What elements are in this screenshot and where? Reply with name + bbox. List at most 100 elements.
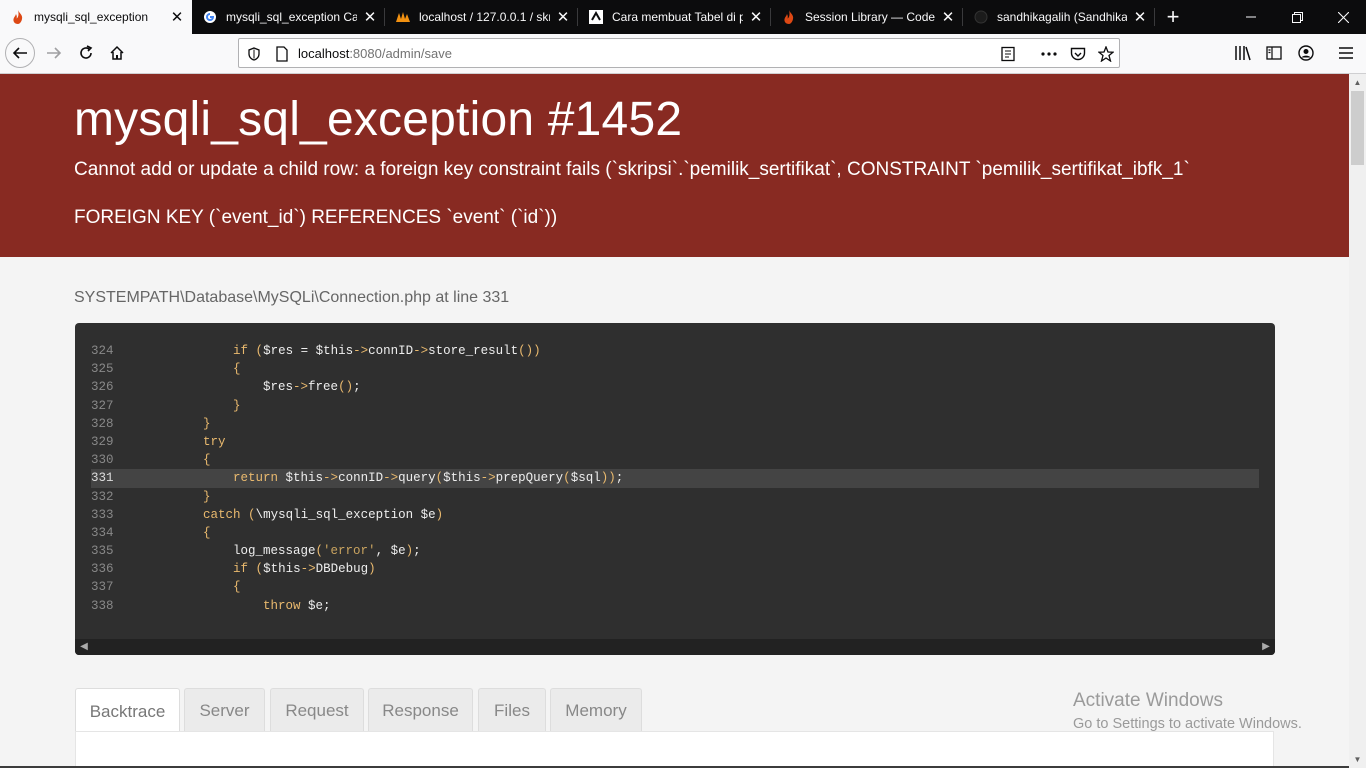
tab-title: sandhikagalih (Sandhika [997, 10, 1127, 24]
home-icon [110, 45, 124, 60]
tab-divider [577, 8, 578, 26]
minimize-icon[interactable] [1228, 0, 1274, 34]
restore-icon[interactable] [1274, 0, 1320, 34]
code-line: 338 throw $e; [91, 597, 1259, 615]
line-number: 325 [91, 362, 114, 377]
close-tab-icon[interactable]: ✕ [941, 8, 955, 26]
tab-divider [384, 8, 385, 26]
code-text: log_message('error', $e); [143, 544, 421, 559]
scroll-right-icon[interactable]: ▶ [1260, 641, 1272, 653]
code-text: } [203, 489, 211, 504]
account-icon[interactable] [1296, 43, 1316, 63]
tracking-shield-icon[interactable] [245, 45, 263, 63]
hamburger-menu-icon[interactable] [1336, 43, 1356, 63]
url-host: localhost [298, 46, 350, 61]
phpmyadmin-icon [395, 9, 411, 25]
page-actions-icon[interactable] [1040, 45, 1058, 63]
code-line: 329 try [91, 433, 1259, 451]
tab-request[interactable]: Request [270, 688, 364, 732]
code-line: 332 } [91, 488, 1259, 506]
tab-title: Cara membuat Tabel di p [612, 10, 743, 24]
tab-backtrace[interactable]: Backtrace [75, 688, 180, 734]
tab-codepolitan[interactable]: Cara membuat Tabel di p ✕ [578, 0, 771, 34]
tab-memory[interactable]: Memory [550, 688, 642, 732]
page-content: mysqli_sql_exception #1452 Cannot add or… [0, 74, 1349, 768]
sidebar-icon[interactable] [1264, 43, 1284, 63]
code-text: catch (\mysqli_sql_exception $e) [203, 507, 444, 522]
reload-button[interactable] [72, 39, 100, 67]
error-message-line-2: FOREIGN KEY (`event_id`) REFERENCES `eve… [74, 207, 558, 228]
code-text: { [203, 525, 211, 540]
bookmark-star-icon[interactable] [1097, 45, 1115, 63]
code-text: throw $e; [263, 598, 331, 613]
scroll-left-icon[interactable]: ◀ [78, 641, 90, 653]
back-button[interactable] [5, 38, 35, 68]
close-tab-icon[interactable]: ✕ [556, 8, 570, 26]
error-message-line-1: Cannot add or update a child row: a fore… [74, 159, 1190, 180]
tab-divider [770, 8, 771, 26]
line-number: 333 [91, 507, 114, 522]
google-icon [202, 9, 218, 25]
tab-google-search[interactable]: mysqli_sql_exception Ca ✕ [192, 0, 385, 34]
line-number: 337 [91, 580, 114, 595]
browser-tab-strip: mysqli_sql_exception ✕ mysqli_sql_except… [0, 0, 1366, 34]
url-path: :8080/admin/save [349, 46, 452, 61]
code-line: 328 } [91, 415, 1259, 433]
home-button[interactable] [103, 39, 131, 67]
source-code-block: 324 if ($res = $this->connID->store_resu… [75, 323, 1275, 655]
code-line: 337 { [91, 578, 1259, 596]
close-window-icon[interactable] [1320, 0, 1366, 34]
close-tab-icon[interactable]: ✕ [170, 8, 184, 26]
close-tab-icon[interactable]: ✕ [749, 8, 763, 26]
code-line: 334 { [91, 524, 1259, 542]
scrollbar-thumb[interactable] [1351, 91, 1364, 165]
line-number: 329 [91, 434, 114, 449]
line-number: 336 [91, 562, 114, 577]
tab-title: mysqli_sql_exception [34, 10, 149, 24]
new-tab-button[interactable]: + [1160, 2, 1186, 32]
code-text: } [203, 416, 211, 431]
line-number: 328 [91, 416, 114, 431]
line-number: 331 [91, 471, 114, 486]
code-text: if ($res = $this->connID->store_result()… [233, 344, 541, 358]
line-number: 338 [91, 598, 114, 613]
reload-icon [80, 45, 93, 59]
library-icon[interactable] [1233, 43, 1253, 63]
tab-divider [962, 8, 963, 26]
address-bar[interactable]: localhost:8080/admin/save [238, 38, 1120, 68]
page-info-icon[interactable] [273, 45, 291, 63]
code-line: 327 } [91, 397, 1259, 415]
close-tab-icon[interactable]: ✕ [363, 8, 377, 26]
code-line: 333 catch (\mysqli_sql_exception $e) [91, 506, 1259, 524]
tab-mysqli-sql-exception[interactable]: mysqli_sql_exception ✕ [0, 0, 192, 34]
line-number: 334 [91, 525, 114, 540]
codepolitan-icon [588, 9, 604, 25]
flame-icon [10, 9, 26, 25]
close-tab-icon[interactable]: ✕ [1133, 8, 1147, 26]
code-text: { [233, 580, 241, 595]
code-text: return $this->connID->query($this->prepQ… [233, 471, 624, 486]
github-icon [973, 9, 989, 25]
watermark-subtitle: Go to Settings to activate Windows. [1073, 716, 1302, 732]
tab-response[interactable]: Response [368, 688, 473, 732]
tab-github[interactable]: sandhikagalih (Sandhika ✕ [963, 0, 1155, 34]
horizontal-scrollbar[interactable]: ◀ ▶ [75, 639, 1275, 655]
code-line: 324 if ($res = $this->connID->store_resu… [91, 342, 1259, 360]
pocket-icon[interactable] [1069, 45, 1087, 63]
forward-button[interactable] [40, 39, 68, 67]
error-title: mysqli_sql_exception #1452 [74, 93, 683, 146]
activate-windows-watermark: Activate Windows Go to Settings to activ… [1073, 690, 1302, 732]
scroll-up-icon[interactable]: ▲ [1349, 74, 1366, 91]
scroll-down-icon[interactable]: ▼ [1349, 751, 1366, 768]
tab-server[interactable]: Server [184, 688, 265, 732]
vertical-scrollbar[interactable]: ▲ ▼ [1349, 74, 1366, 768]
tab-phpmyadmin[interactable]: localhost / 127.0.0.1 / skr ✕ [385, 0, 578, 34]
reader-view-icon[interactable] [999, 45, 1017, 63]
code-text: { [233, 362, 241, 377]
tab-title: Session Library — Codelg [805, 10, 935, 24]
tab-session-library[interactable]: Session Library — Codelg ✕ [771, 0, 963, 34]
url-text: localhost:8080/admin/save [298, 46, 452, 61]
tab-files[interactable]: Files [478, 688, 546, 732]
code-line: 336 if ($this->DBDebug) [91, 560, 1259, 578]
code-text: try [203, 434, 226, 449]
